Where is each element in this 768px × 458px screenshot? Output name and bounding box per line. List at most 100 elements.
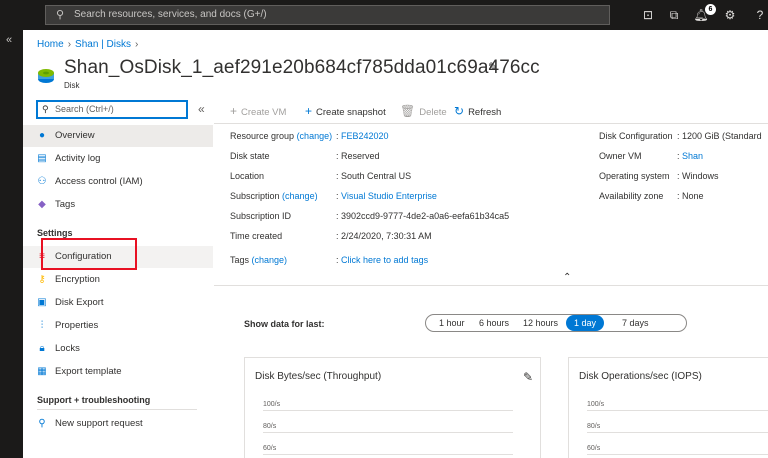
directory-filter-icon[interactable]: ⧉ (666, 7, 682, 23)
highlight-box (41, 238, 137, 270)
breadcrumb-home[interactable]: Home (37, 39, 64, 50)
create-vm-button[interactable]: + Create VM (230, 103, 286, 121)
sidebar-item-label: New support request (55, 418, 143, 429)
collapse-essentials-icon[interactable]: ⌃ (563, 272, 571, 283)
global-search-placeholder: Search resources, services, and docs (G+… (74, 9, 267, 20)
sidebar-item-label: Overview (55, 130, 95, 141)
top-bar: ⚲ Search resources, services, and docs (… (0, 0, 768, 30)
toolbar-divider (214, 123, 768, 124)
essentials-label-location: Location (230, 171, 265, 181)
sidebar-item-properties[interactable]: ⫶ Properties (23, 315, 213, 337)
time-range-7-days[interactable]: 7 days (622, 315, 649, 331)
create-vm-label: Create VM (241, 107, 287, 118)
properties-icon: ⫶ (40, 320, 44, 331)
collapse-sidebar-icon[interactable]: « (198, 102, 205, 116)
essentials-value-availability-zone: : None (677, 191, 704, 201)
subscription-link[interactable]: Visual Studio Enterprise (341, 191, 437, 201)
export-icon: ▣ (37, 297, 47, 308)
search-icon: ⚲ (56, 9, 65, 21)
help-icon[interactable]: ? (752, 7, 768, 23)
breadcrumb-disks[interactable]: Shan | Disks (75, 39, 131, 50)
time-range-12-hours[interactable]: 12 hours (523, 315, 558, 331)
sidebar-item-label: Properties (55, 320, 99, 331)
throughput-chart-title: Disk Bytes/sec (Throughput) (255, 371, 382, 382)
gridline (587, 454, 768, 455)
gridline (587, 410, 768, 411)
sidebar-item-tags[interactable]: ◆ Tags (23, 194, 213, 216)
time-range-6-hours[interactable]: 6 hours (479, 315, 509, 331)
sidebar-item-locks[interactable]: 🔒︎ Locks (23, 338, 213, 360)
gridline (263, 454, 513, 455)
plus-icon: + (230, 104, 238, 118)
support-section-header: Support + troubleshooting (37, 395, 151, 405)
disk-icon (38, 69, 54, 83)
pin-icon[interactable]: ✎ (488, 60, 498, 74)
tag-icon: ◆ (38, 199, 46, 210)
disk-icon: ● (38, 130, 46, 141)
sidebar-item-access-control[interactable]: ⚇ Access control (IAM) (23, 171, 213, 193)
essentials-value-disk-state: : Reserved (336, 151, 380, 161)
sidebar-item-label: Disk Export (55, 297, 104, 308)
key-icon: ⚷ (38, 274, 46, 285)
y-tick-label: 100/s (263, 401, 281, 408)
owner-vm-link[interactable]: Shan (682, 151, 703, 161)
create-snapshot-label: Create snapshot (316, 107, 386, 118)
pin-icon[interactable]: ✎ (523, 370, 533, 384)
settings-gear-icon[interactable]: ⚙ (722, 7, 738, 23)
trash-icon: 🗑︎ (400, 104, 416, 118)
y-tick-label: 80/s (263, 423, 277, 430)
time-range-1-hour[interactable]: 1 hour (439, 315, 465, 331)
sidebar-item-disk-export[interactable]: ▣ Disk Export (23, 292, 213, 314)
essentials-value-tags: : Click here to add tags (336, 255, 429, 265)
gridline (263, 432, 513, 433)
sidebar-item-export-template[interactable]: ▦ Export template (23, 361, 213, 383)
sidebar-search-input[interactable]: ⚲ Search (Ctrl+/) (36, 100, 188, 119)
time-range-label: Show data for last: (244, 319, 325, 329)
create-snapshot-button[interactable]: + Create snapshot (305, 103, 386, 121)
settings-section-header: Settings (37, 228, 73, 238)
sidebar-search-placeholder: Search (Ctrl+/) (55, 104, 114, 114)
iops-chart-card: Disk Operations/sec (IOPS) 100/s 80/s 60… (568, 357, 768, 458)
delete-button[interactable]: 🗑︎ Delete (400, 103, 447, 121)
throughput-chart-card: Disk Bytes/sec (Throughput) ✎ 100/s 80/s… (244, 357, 541, 458)
people-icon: ⚇ (37, 176, 47, 187)
global-search-input[interactable]: ⚲ Search resources, services, and docs (… (45, 5, 610, 25)
essentials-value-location: : South Central US (336, 171, 412, 181)
change-resource-group-link[interactable]: (change) (297, 131, 333, 141)
essentials-divider (214, 285, 768, 286)
sidebar-item-new-support-request[interactable]: ⚲ New support request (23, 413, 213, 435)
essentials-value-owner-vm: : Shan (677, 151, 704, 161)
time-range-selector: 1 hour 6 hours 12 hours 1 day 7 days (425, 314, 687, 332)
lock-icon: 🔒︎ (39, 343, 45, 354)
expand-menu-icon[interactable]: « (6, 34, 12, 46)
essentials-value-resource-group: : FEB242020 (336, 131, 389, 141)
breadcrumb: Home › Shan | Disks › (37, 39, 142, 50)
essentials-label-resource-group: Resource group (change) (230, 131, 333, 141)
sidebar-item-label: Tags (55, 199, 76, 210)
gridline (263, 410, 513, 411)
sidebar-item-label: Access control (IAM) (55, 176, 143, 187)
sidebar-item-label: Activity log (55, 153, 101, 164)
plus-icon: + (305, 104, 313, 118)
resource-group-link[interactable]: FEB242020 (341, 131, 389, 141)
add-tags-link[interactable]: Click here to add tags (341, 255, 428, 265)
sidebar-item-overview[interactable]: ● Overview (23, 125, 213, 147)
refresh-button[interactable]: ↻ Refresh (454, 103, 501, 121)
template-icon: ▦ (37, 366, 47, 377)
essentials-value-operating-system: : Windows (677, 171, 719, 181)
essentials-label-tags: Tags (change) (230, 255, 288, 265)
section-divider (37, 409, 197, 410)
essentials-label-owner-vm: Owner VM (599, 151, 642, 161)
essentials-label-disk-configuration: Disk Configuration (599, 131, 673, 141)
y-tick-label: 100/s (587, 401, 605, 408)
cloud-shell-icon[interactable]: ⊡ (640, 7, 656, 23)
time-range-1-day[interactable]: 1 day (566, 315, 605, 331)
sidebar-item-activity-log[interactable]: ▤ Activity log (23, 148, 213, 170)
change-tags-link[interactable]: (change) (252, 255, 288, 265)
sidebar-item-encryption[interactable]: ⚷ Encryption (23, 269, 213, 291)
essentials-label-operating-system: Operating system (599, 171, 670, 181)
person-support-icon: ⚲ (38, 418, 46, 429)
y-tick-label: 60/s (263, 445, 277, 452)
change-subscription-link[interactable]: (change) (282, 191, 318, 201)
notification-count-badge: 6 (705, 4, 716, 15)
